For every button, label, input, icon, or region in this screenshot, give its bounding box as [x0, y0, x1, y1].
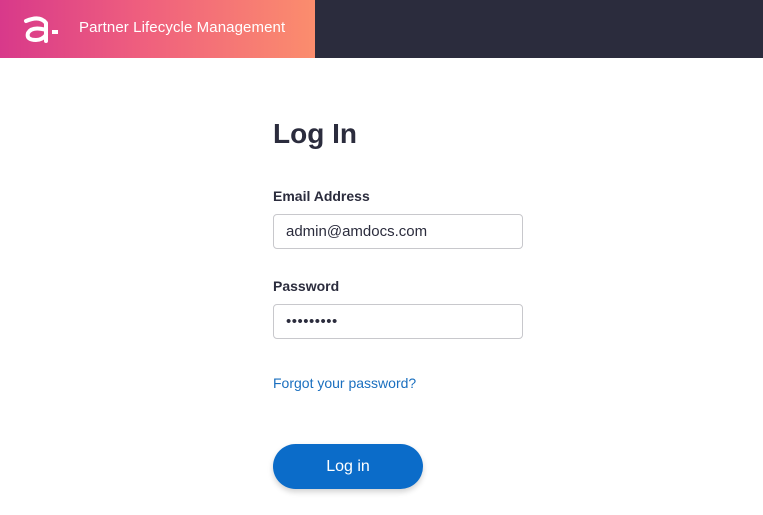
amdocs-logo-icon: [24, 16, 58, 43]
email-field[interactable]: [273, 214, 523, 249]
email-label: Email Address: [273, 188, 370, 204]
password-label: Password: [273, 278, 340, 294]
brand-banner: Partner Lifecycle Management: [0, 0, 315, 58]
forgot-password-link[interactable]: Forgot your password?: [273, 375, 416, 391]
password-field[interactable]: [273, 304, 523, 339]
page-title: Log In: [273, 118, 357, 149]
top-bar: Partner Lifecycle Management: [0, 0, 763, 58]
brand-title: Partner Lifecycle Management: [79, 19, 286, 36]
login-button[interactable]: Log in: [273, 444, 423, 489]
